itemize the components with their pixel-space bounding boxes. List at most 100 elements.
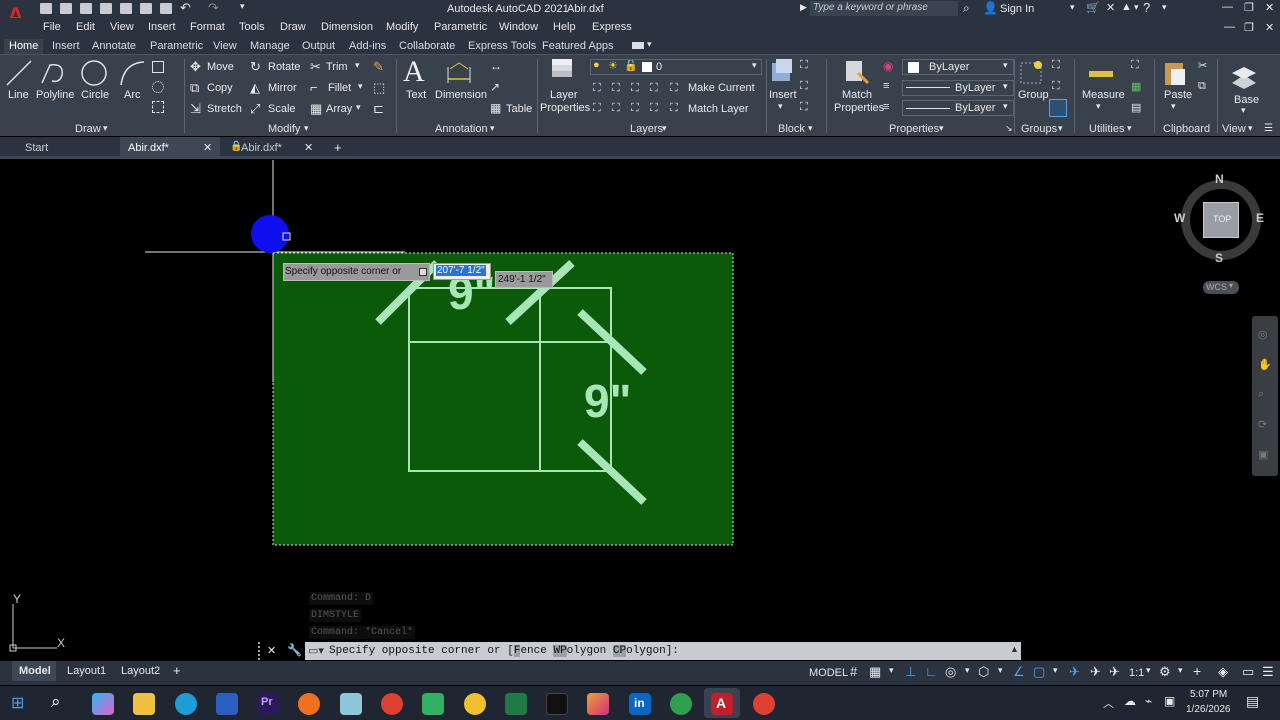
color-dropdown-arrow-icon[interactable]: ▾ xyxy=(1003,60,1008,71)
text-button[interactable]: Text xyxy=(406,89,426,101)
model-space-button[interactable]: MODEL xyxy=(809,667,848,679)
snap-dropdown-icon[interactable]: ▾ xyxy=(889,665,894,676)
layer-dropdown-arrow-icon[interactable]: ▾ xyxy=(752,60,757,71)
id-point-icon[interactable]: ▤ xyxy=(1131,101,1141,114)
snap-icon[interactable]: ▦ xyxy=(869,664,881,680)
clock-time[interactable]: 5:07 PM xyxy=(1190,689,1227,700)
line-icon[interactable] xyxy=(5,59,33,87)
menu-draw[interactable]: Draw xyxy=(280,21,306,33)
table-button[interactable]: Table xyxy=(506,103,532,115)
modify-panel-dropdown-icon[interactable]: ▾ xyxy=(304,123,309,134)
word-icon[interactable] xyxy=(216,693,238,715)
search-icon[interactable]: ⌕ xyxy=(963,1,970,16)
orbit-icon[interactable]: ⟳ xyxy=(1258,418,1267,431)
customization-icon[interactable]: ☰ xyxy=(1262,664,1274,680)
group-icon[interactable] xyxy=(1018,59,1046,87)
viewcube-north[interactable]: N xyxy=(1215,172,1224,186)
copy-clip-icon[interactable]: ⧉ xyxy=(1198,80,1206,93)
option-wpolygon-key[interactable]: WP xyxy=(553,645,567,657)
doc-restore-icon[interactable]: ❐ xyxy=(1244,21,1254,34)
menu-format[interactable]: Format xyxy=(190,21,225,33)
fillet-dropdown-icon[interactable]: ▾ xyxy=(358,81,363,92)
match-layer-button[interactable]: Match Layer xyxy=(688,103,749,115)
sign-in-button[interactable]: Sign In xyxy=(1000,3,1034,15)
ribbon-toggle-icon[interactable] xyxy=(632,42,644,49)
modify-panel-title[interactable]: Modify xyxy=(268,123,300,135)
command-prompt-icon[interactable]: ▭▾ xyxy=(308,644,324,657)
windows-start-icon[interactable]: ⊞ xyxy=(11,693,24,713)
dimension-button[interactable]: Dimension xyxy=(435,89,487,101)
tab-layout2[interactable]: Layout2 xyxy=(121,665,160,677)
paste-icon[interactable] xyxy=(1161,59,1189,87)
showmotion-icon[interactable]: ▣ xyxy=(1258,448,1268,461)
option-cpolygon-rest[interactable]: olygon xyxy=(626,645,666,657)
grid-icon[interactable]: # xyxy=(850,664,857,679)
close-tab-icon[interactable]: ✕ xyxy=(203,141,212,154)
stretch-button[interactable]: Stretch xyxy=(207,103,242,115)
polar-dropdown-icon[interactable]: ▾ xyxy=(965,665,970,676)
layers-panel-dropdown-icon[interactable]: ▾ xyxy=(662,123,667,134)
annotation-scale-icon[interactable]: ✈ xyxy=(1109,664,1120,680)
rotate-icon[interactable]: ↻ xyxy=(250,59,261,75)
menu-parametric[interactable]: Parametric xyxy=(434,21,487,33)
base-view-button[interactable]: Base xyxy=(1234,94,1259,106)
notes-icon[interactable] xyxy=(340,693,362,715)
paste-dropdown-icon[interactable]: ▾ xyxy=(1171,101,1176,112)
close-tab-icon[interactable]: ✕ xyxy=(304,141,313,154)
redo-icon[interactable]: ↷ xyxy=(208,0,219,16)
open-file-icon[interactable] xyxy=(60,3,72,14)
scale-icon[interactable]: ⤢ xyxy=(250,101,260,117)
layer-tool-6-icon[interactable]: ⛶ xyxy=(612,102,620,115)
utilities-panel-title[interactable]: Utilities xyxy=(1089,123,1124,135)
region-icon[interactable] xyxy=(152,101,164,113)
annotation-panel-title[interactable]: Annotation xyxy=(435,123,488,135)
tab-manage[interactable]: Manage xyxy=(245,39,295,54)
doc-close-icon[interactable]: ✕ xyxy=(1265,21,1274,34)
menu-insert[interactable]: Insert xyxy=(148,21,176,33)
block-panel-title[interactable]: Block xyxy=(778,123,805,135)
offset-icon[interactable]: ⊏ xyxy=(373,101,384,117)
view-panel-title[interactable]: View xyxy=(1222,123,1246,135)
osnap-tracking-icon[interactable]: ∠ xyxy=(1013,664,1025,680)
isodraft-dropdown-icon[interactable]: ▾ xyxy=(998,665,1003,676)
draw-panel-title[interactable]: Draw xyxy=(75,123,101,135)
base-view-icon[interactable] xyxy=(1230,63,1258,91)
edit-attributes-icon[interactable]: ⛶ xyxy=(800,101,808,114)
option-cpolygon-key[interactable]: CP xyxy=(612,645,627,657)
tab-layout1[interactable]: Layout1 xyxy=(67,665,106,677)
annotation-panel-dropdown-icon[interactable]: ▾ xyxy=(490,123,495,134)
match-properties-label-1[interactable]: Match xyxy=(842,89,872,101)
command-line-handle[interactable] xyxy=(258,642,264,660)
leader-icon[interactable]: ↗ xyxy=(490,80,500,94)
tab-collaborate[interactable]: Collaborate xyxy=(394,39,460,54)
layer-tool-7-icon[interactable]: ⛶ xyxy=(631,102,639,115)
mirror-button[interactable]: Mirror xyxy=(268,82,297,94)
infer-icon[interactable]: ⊥ xyxy=(905,664,916,680)
osnap-dropdown-icon[interactable]: ▾ xyxy=(1053,665,1058,676)
properties-panel-launcher-icon[interactable]: ↘ xyxy=(1005,123,1013,134)
tab-add-ins[interactable]: Add-ins xyxy=(344,39,391,54)
mirror-icon[interactable]: ◭ xyxy=(250,80,260,96)
drawing-canvas[interactable]: 9" 9" Y X Specify opposite corner or 207… xyxy=(0,160,1280,660)
isolate-objects-icon[interactable]: ◈ xyxy=(1218,664,1228,680)
explode-icon[interactable]: ⬚ xyxy=(373,80,385,96)
taskbar-search-icon[interactable]: ⌕ xyxy=(51,692,61,712)
menu-help[interactable]: Help xyxy=(553,21,576,33)
viewcube-south[interactable]: S xyxy=(1215,251,1223,265)
array-icon[interactable]: ▦ xyxy=(310,101,322,117)
tray-onedrive-icon[interactable]: ☁ xyxy=(1124,694,1136,708)
match-layer-icon[interactable]: ⛶ xyxy=(670,102,678,115)
view-panel-dropdown-icon[interactable]: ▾ xyxy=(1248,123,1253,134)
scale-button[interactable]: Scale xyxy=(268,103,296,115)
text-icon[interactable]: A xyxy=(403,55,425,89)
restore-window-icon[interactable]: ❐ xyxy=(1244,1,1254,14)
layers-panel-title[interactable]: Layers xyxy=(630,123,663,135)
tab-express-tools[interactable]: Express Tools xyxy=(463,39,541,54)
lineweight-icon[interactable]: ≡ xyxy=(883,80,889,92)
array-button[interactable]: Array xyxy=(326,103,352,115)
match-properties-icon[interactable] xyxy=(842,57,870,85)
group-selection-toggle-icon[interactable] xyxy=(1049,99,1067,117)
doc-minimize-icon[interactable]: — xyxy=(1224,21,1235,33)
chrome-profile-2-icon[interactable] xyxy=(670,693,692,715)
tiktok-icon[interactable] xyxy=(546,693,568,715)
